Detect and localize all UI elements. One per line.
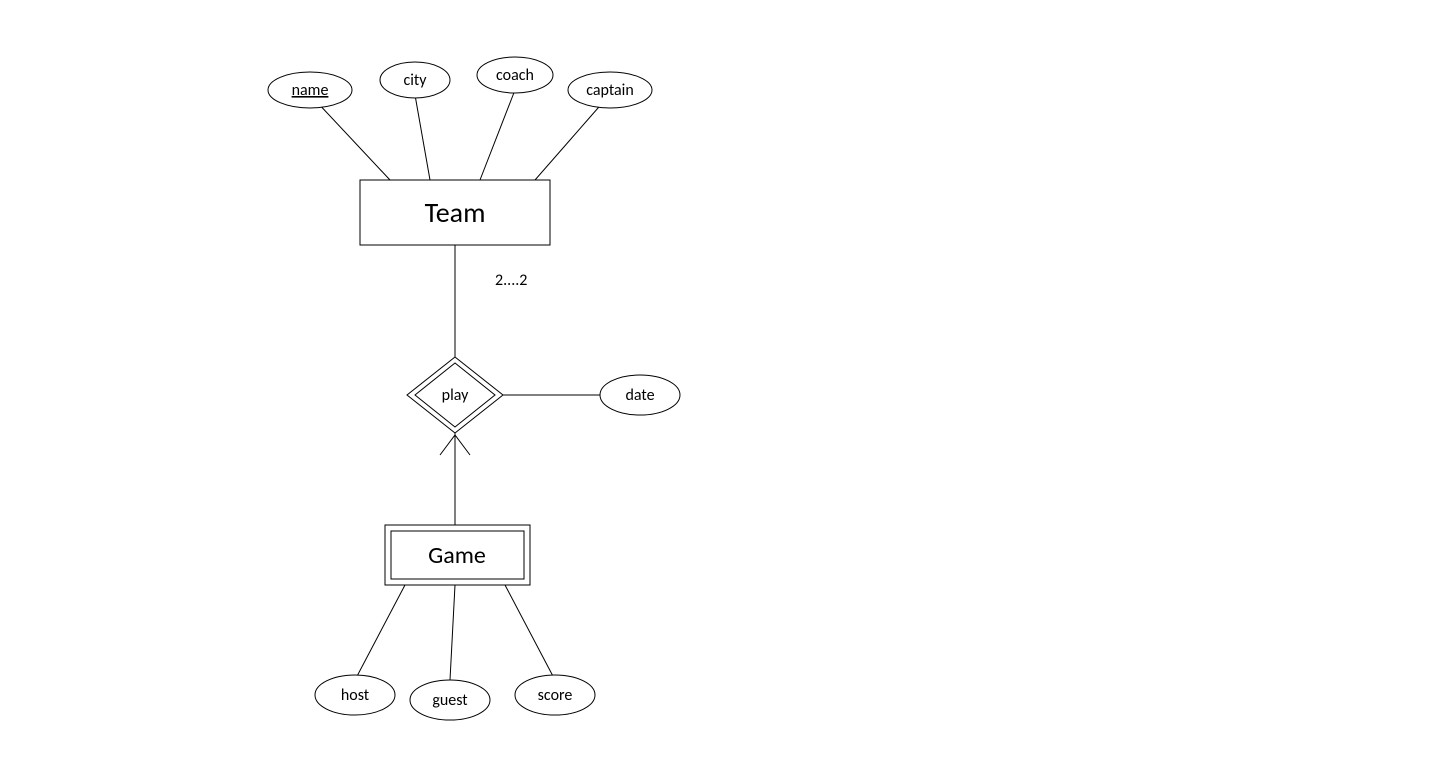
entity-game: Game bbox=[385, 525, 530, 585]
attr-captain-label: captain bbox=[586, 81, 634, 100]
entity-team: Team bbox=[360, 180, 550, 245]
cardinality-team-play: 2....2 bbox=[495, 271, 527, 290]
line-game-host bbox=[355, 585, 405, 680]
line-captain-team bbox=[535, 100, 605, 180]
attr-city-label: city bbox=[403, 71, 427, 90]
attr-host: host bbox=[315, 675, 395, 715]
attr-captain: captain bbox=[568, 72, 652, 108]
relationship-play: play bbox=[407, 357, 503, 433]
attr-score: score bbox=[515, 675, 595, 715]
attr-date: date bbox=[600, 375, 680, 415]
line-city-team bbox=[415, 95, 430, 180]
attr-coach-label: coach bbox=[496, 66, 534, 85]
line-coach-team bbox=[480, 90, 515, 180]
attr-date-label: date bbox=[625, 386, 654, 405]
er-diagram: Team name city coach captain 2....2 play… bbox=[0, 0, 1444, 784]
attr-score-label: score bbox=[538, 686, 573, 705]
attr-name: name bbox=[268, 72, 352, 108]
entity-team-label: Team bbox=[425, 195, 486, 230]
attr-guest: guest bbox=[410, 680, 490, 720]
attr-host-label: host bbox=[341, 686, 370, 705]
entity-game-label: Game bbox=[428, 541, 486, 570]
line-game-score bbox=[505, 585, 555, 680]
attr-name-label: name bbox=[292, 81, 329, 100]
line-name-team bbox=[315, 100, 390, 180]
attr-coach: coach bbox=[477, 57, 553, 93]
attr-city: city bbox=[380, 62, 450, 98]
attr-guest-label: guest bbox=[432, 691, 468, 710]
line-game-guest bbox=[450, 585, 455, 680]
relationship-play-label: play bbox=[442, 386, 469, 405]
